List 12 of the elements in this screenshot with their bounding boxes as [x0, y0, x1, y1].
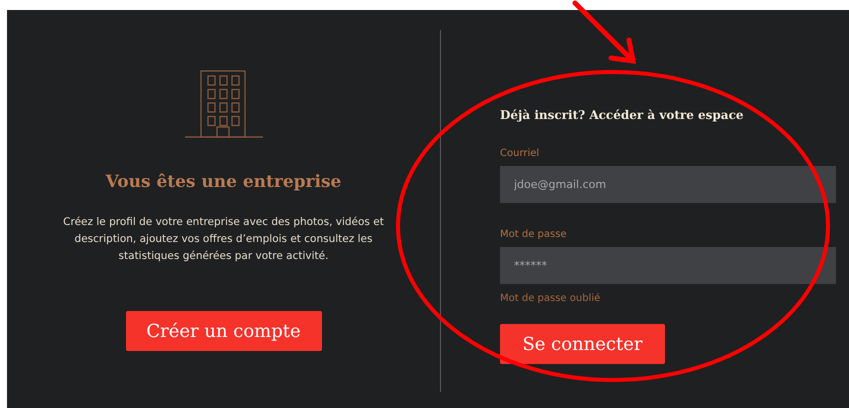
description-text: Créez le profil de votre entreprise avec des photos, vidéos et description, ajoutez vos offres d’emplois et consultez les statistiques générées par votre activité.	[62, 215, 385, 264]
login-heading: Déjà inscrit? Accéder à votre espace	[500, 108, 745, 122]
field-label: Mot de passe	[500, 228, 568, 242]
building-icon	[184, 70, 262, 138]
login-button[interactable]: Se connecter	[500, 324, 665, 364]
password-field[interactable]: ******	[500, 247, 836, 284]
section-title: Vous êtes une entreprise	[106, 172, 342, 192]
email-field[interactable]: jdoe@gmail.com	[500, 166, 836, 204]
field-label: Courriel	[500, 147, 540, 162]
forgot-password-link[interactable]: Mot de passe oublié	[500, 291, 600, 306]
create-account-button[interactable]: Créer un compte	[126, 311, 322, 352]
annotation-arrow	[572, 0, 636, 64]
